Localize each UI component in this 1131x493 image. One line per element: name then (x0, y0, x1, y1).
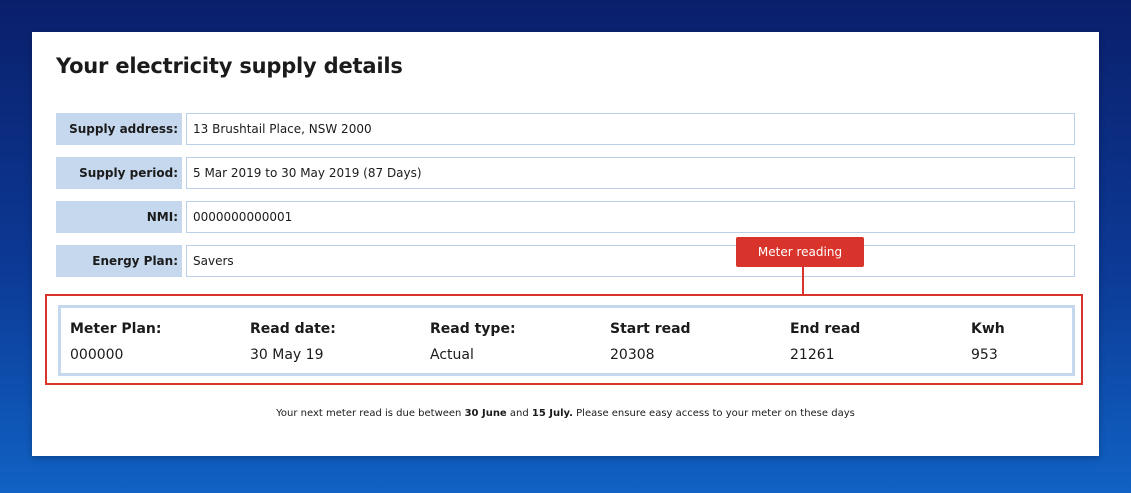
read-type-value: Actual (430, 347, 474, 363)
kwh-header: Kwh (971, 321, 1005, 337)
supply-period-value: 5 Mar 2019 to 30 May 2019 (87 Days) (186, 157, 1075, 189)
callout-connector (802, 267, 804, 295)
start-read-header: Start read (610, 321, 691, 337)
start-read-column: Start read 20308 (610, 321, 691, 363)
nmi-label: NMI: (56, 201, 182, 233)
kwh-column: Kwh 953 (971, 321, 1005, 363)
supply-details-card: Your electricity supply details Supply a… (32, 32, 1099, 456)
end-read-value: 21261 (790, 347, 835, 363)
nmi-value: 0000000000001 (186, 201, 1075, 233)
supply-address-label: Supply address: (56, 113, 182, 145)
energy-plan-label: Energy Plan: (56, 245, 182, 277)
next-read-end-date: 15 July. (531, 408, 573, 419)
read-date-header: Read date: (250, 321, 336, 337)
next-read-start-date: 30 June (464, 408, 507, 419)
read-type-header: Read type: (430, 321, 516, 337)
meter-plan-column: Meter Plan: 000000 (70, 321, 161, 363)
meter-plan-header: Meter Plan: (70, 321, 162, 337)
read-type-column: Read type: Actual (430, 321, 516, 363)
notice-middle: and (506, 408, 532, 419)
page-title: Your electricity supply details (56, 54, 403, 78)
energy-plan-row: Energy Plan: Savers (56, 245, 1075, 277)
supply-period-label: Supply period: (56, 157, 182, 189)
end-read-header: End read (790, 321, 861, 337)
notice-suffix: Please ensure easy access to your meter … (572, 408, 855, 419)
meter-reading-callout: Meter reading (736, 237, 864, 267)
supply-address-row: Supply address: 13 Brushtail Place, NSW … (56, 113, 1075, 145)
meter-reading-panel: Meter Plan: 000000 Read date: 30 May 19 … (58, 305, 1075, 376)
supply-period-row: Supply period: 5 Mar 2019 to 30 May 2019… (56, 157, 1075, 189)
nmi-row: NMI: 0000000000001 (56, 201, 1075, 233)
supply-address-value: 13 Brushtail Place, NSW 2000 (186, 113, 1075, 145)
energy-plan-value: Savers (186, 245, 1075, 277)
next-read-notice: Your next meter read is due between 30 J… (32, 408, 1099, 419)
meter-plan-value: 000000 (70, 347, 124, 363)
end-read-column: End read 21261 (790, 321, 860, 363)
kwh-value: 953 (971, 347, 998, 363)
notice-prefix: Your next meter read is due between (276, 408, 465, 419)
read-date-column: Read date: 30 May 19 (250, 321, 336, 363)
start-read-value: 20308 (610, 347, 655, 363)
read-date-value: 30 May 19 (250, 347, 324, 363)
